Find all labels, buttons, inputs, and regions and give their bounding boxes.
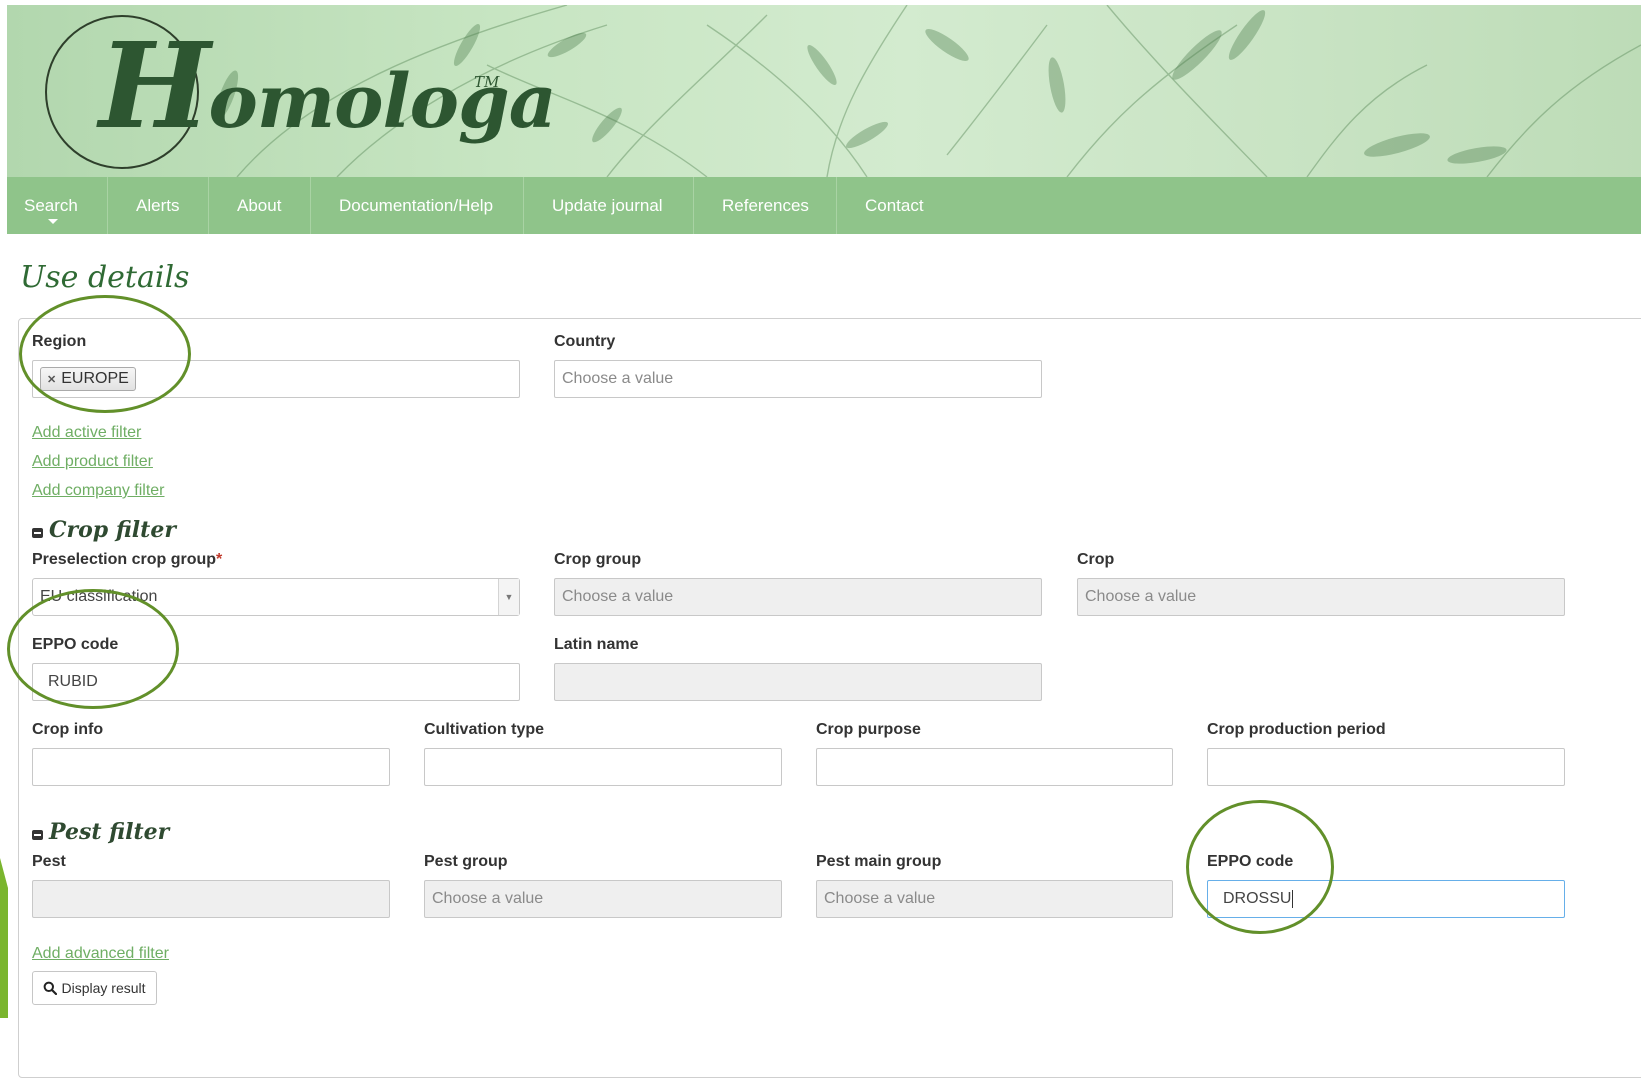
preselection-crop-group-label: Preselection crop group* (32, 551, 223, 568)
country-select[interactable]: Choose a value (554, 360, 1042, 398)
crop-label: Crop (1077, 551, 1115, 568)
cultivation-type-input[interactable] (424, 748, 782, 786)
crop-purpose-input[interactable] (816, 748, 1173, 786)
search-icon (44, 981, 58, 995)
country-label: Country (554, 333, 616, 350)
nav-item-references[interactable]: References (694, 177, 837, 234)
region-multiselect[interactable]: ✕ EUROPE (32, 360, 520, 398)
crop-production-period-label: Crop production period (1207, 721, 1386, 738)
dropdown-arrow-icon[interactable]: ▼ (498, 579, 519, 615)
crop-select[interactable]: Choose a value (1077, 578, 1565, 616)
region-label: Region (32, 333, 87, 350)
pest-main-group-select[interactable]: Choose a value (816, 880, 1173, 918)
page-title: Use details (20, 260, 190, 295)
main-nav: Search Alerts About Documentation/Help U… (7, 177, 1641, 234)
preselection-crop-group-select[interactable]: EU classification ▼ (32, 578, 520, 616)
crop-info-input[interactable] (32, 748, 390, 786)
crop-group-select[interactable]: Choose a value (554, 578, 1042, 616)
crop-filter-heading[interactable]: Crop filter (32, 517, 176, 543)
nav-item-documentation-help[interactable]: Documentation/Help (311, 177, 524, 234)
nav-item-about[interactable]: About (209, 177, 311, 234)
pest-main-group-label: Pest main group (816, 853, 942, 870)
crop-purpose-label: Crop purpose (816, 721, 921, 738)
text-cursor (1292, 890, 1294, 908)
add-company-filter-link[interactable]: Add company filter (32, 482, 165, 500)
page: Homologa TM Search Alerts About Document… (7, 5, 1641, 1078)
add-product-filter-link[interactable]: Add product filter (32, 453, 153, 471)
pest-filter-heading[interactable]: Pest filter (32, 819, 169, 845)
nav-item-search[interactable]: Search (7, 177, 108, 234)
crop-eppo-code-label: EPPO code (32, 636, 119, 653)
collapse-minus-icon[interactable] (32, 528, 43, 538)
pest-label: Pest (32, 853, 66, 870)
pest-group-select[interactable]: Choose a value (424, 880, 782, 918)
required-asterisk: * (216, 551, 223, 568)
pest-group-label: Pest group (424, 853, 508, 870)
cultivation-type-label: Cultivation type (424, 721, 545, 738)
slide-accent-arrow (0, 858, 8, 1018)
remove-token-icon[interactable]: ✕ (47, 373, 56, 386)
nav-item-contact[interactable]: Contact (837, 177, 955, 234)
caret-down-icon (48, 219, 58, 224)
pest-input[interactable] (32, 880, 390, 918)
header-banner: Homologa TM (7, 5, 1641, 177)
display-result-button[interactable]: Display result (32, 971, 157, 1005)
crop-group-label: Crop group (554, 551, 642, 568)
latin-name-input[interactable] (554, 663, 1042, 701)
logo-trademark: TM (474, 73, 500, 91)
pest-eppo-code-input[interactable]: DROSSU (1207, 880, 1565, 918)
region-token[interactable]: ✕ EUROPE (40, 367, 136, 391)
crop-eppo-code-input[interactable]: RUBID (32, 663, 520, 701)
add-active-filter-link[interactable]: Add active filter (32, 424, 141, 442)
add-advanced-filter-link[interactable]: Add advanced filter (32, 945, 169, 963)
nav-item-alerts[interactable]: Alerts (108, 177, 209, 234)
collapse-minus-icon[interactable] (32, 830, 43, 840)
latin-name-label: Latin name (554, 636, 639, 653)
crop-production-period-input[interactable] (1207, 748, 1565, 786)
pest-eppo-code-label: EPPO code (1207, 853, 1294, 870)
nav-item-update-journal[interactable]: Update journal (524, 177, 694, 234)
crop-info-label: Crop info (32, 721, 104, 738)
